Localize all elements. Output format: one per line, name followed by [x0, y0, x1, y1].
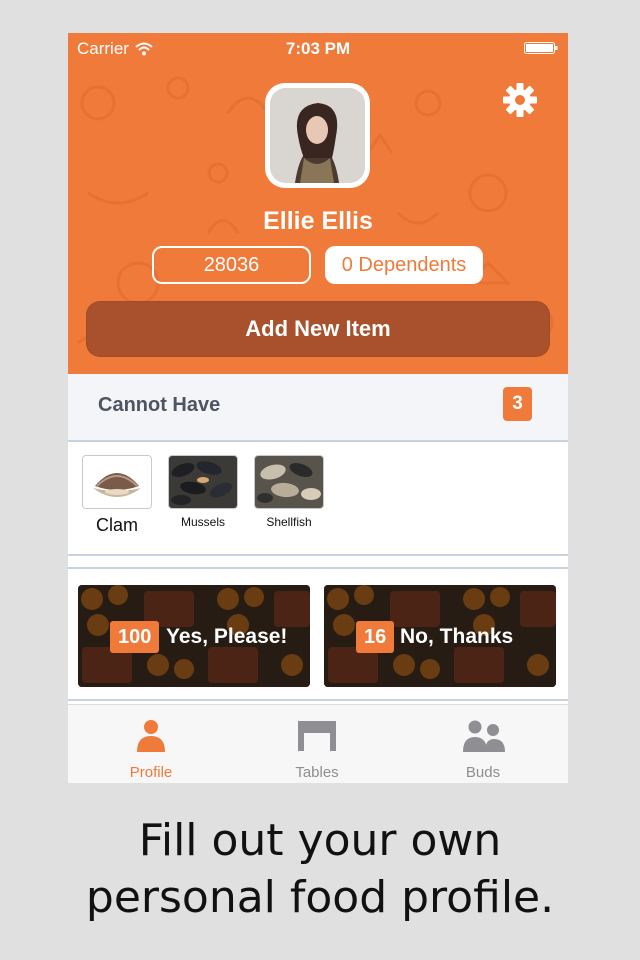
- item-label: Mussels: [180, 515, 225, 529]
- profile-name: Ellie Ellis: [263, 207, 373, 235]
- battery-icon: [524, 42, 558, 54]
- no-label: No, Thanks: [400, 625, 514, 648]
- clam-image: [82, 455, 152, 509]
- tab-tables[interactable]: Tables: [234, 705, 400, 783]
- add-new-item-button[interactable]: Add New Item: [86, 301, 550, 357]
- list-item-shellfish[interactable]: Shellfish: [254, 455, 324, 529]
- mussels-image: [168, 455, 238, 509]
- list-item-mussels[interactable]: Mussels: [168, 455, 238, 529]
- status-time: 7:03 PM: [285, 39, 351, 58]
- tab-label: Profile: [129, 764, 173, 781]
- profile-header: Carrier 7:03 PM Ellie Ellis 28036 0 Depe…: [68, 33, 568, 374]
- yes-label: Yes, Please!: [166, 625, 288, 648]
- person-icon: [137, 720, 165, 752]
- cannot-have-header[interactable]: Cannot Have 3: [68, 374, 568, 442]
- table-icon: [298, 721, 336, 751]
- settings-gear-icon[interactable]: [501, 81, 539, 119]
- status-bar: Carrier 7:03 PM: [68, 33, 568, 63]
- tab-label: Buds: [465, 764, 501, 781]
- shellfish-image: [254, 455, 324, 509]
- tab-profile[interactable]: Profile: [68, 705, 234, 783]
- phone-screen: Carrier 7:03 PM Ellie Ellis 28036 0 Depe…: [68, 33, 568, 783]
- yes-count-badge: 100: [110, 621, 160, 653]
- tab-buds[interactable]: Buds: [400, 705, 566, 783]
- count-badge: 3: [503, 387, 532, 421]
- people-icon: [463, 720, 505, 752]
- section-title: Cannot Have: [98, 394, 221, 416]
- no-thanks-card[interactable]: 16 No, Thanks: [324, 585, 556, 687]
- tab-label: Tables: [295, 764, 339, 781]
- no-count-badge: 16: [356, 621, 395, 653]
- avatar[interactable]: [265, 83, 370, 188]
- yes-please-card[interactable]: 100 Yes, Please!: [78, 585, 310, 687]
- list-item-clam[interactable]: Clam: [82, 455, 152, 536]
- item-label: Shellfish: [266, 515, 312, 529]
- dependents-button[interactable]: 0 Dependents: [325, 246, 483, 284]
- marketing-caption: Fill out your own personal food profile.: [0, 812, 640, 926]
- item-label: Clam: [95, 515, 138, 535]
- caption-line-1: Fill out your own: [138, 815, 502, 866]
- caption-line-2: personal food profile.: [85, 872, 555, 923]
- avatar-photo: [270, 88, 365, 183]
- cannot-have-items: Clam Mussels Shellfish: [68, 442, 568, 556]
- zip-code-field[interactable]: 28036: [152, 246, 311, 284]
- preference-cards: 100 Yes, Please! 16 No, Thanks: [68, 567, 568, 701]
- tab-bar: Profile Tables Buds: [68, 704, 568, 783]
